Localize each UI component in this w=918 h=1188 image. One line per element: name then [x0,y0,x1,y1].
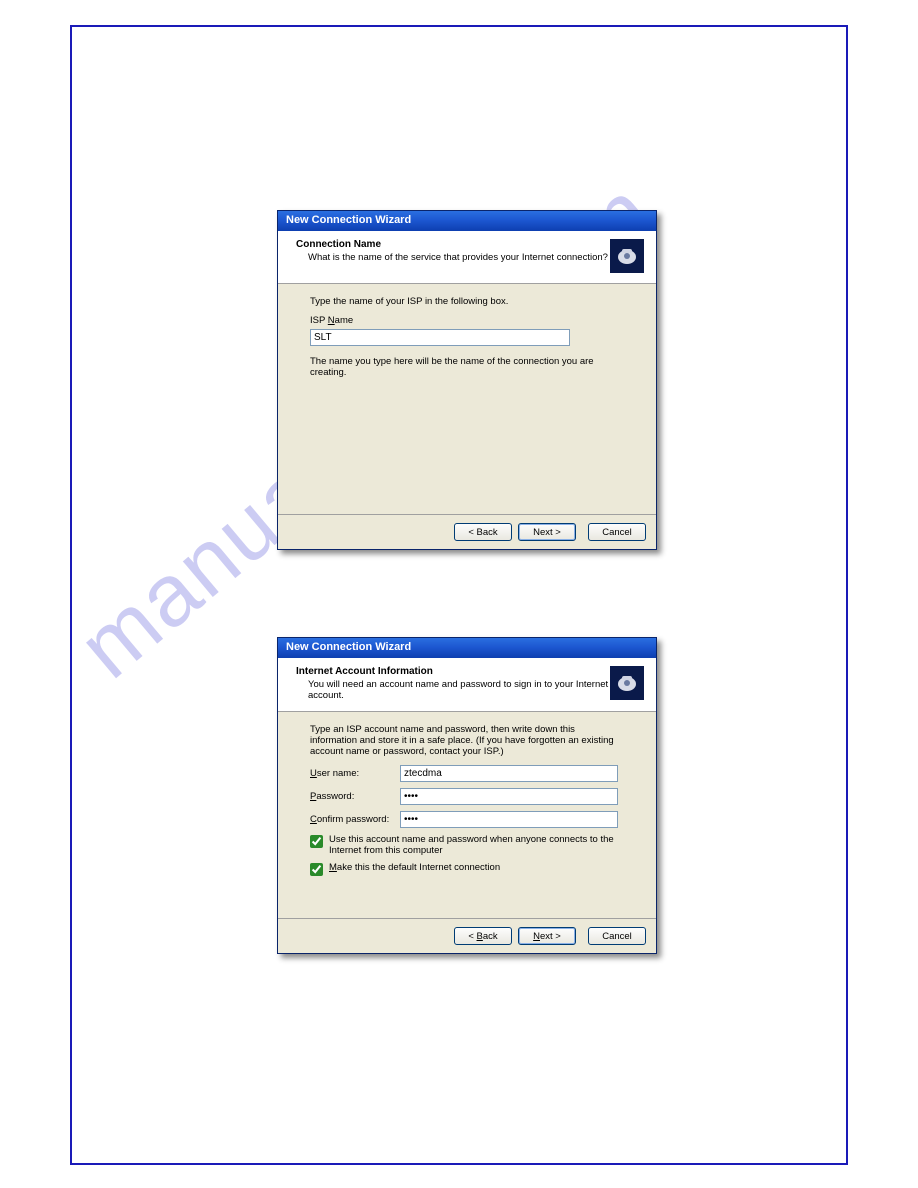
confirm-password-label: Confirm password: [310,814,400,825]
use-account-checkbox[interactable] [310,835,323,848]
password-label: Password: [310,791,400,802]
cancel-button[interactable]: Cancel [588,927,646,945]
page-frame: manualshive.com New Connection Wizard Co… [70,25,848,1165]
titlebar: New Connection Wizard [278,638,656,658]
dialog-footer: < Back Next > Cancel [278,514,656,549]
username-label: User name: [310,768,400,779]
hint-text: The name you type here will be the name … [310,356,624,378]
titlebar: New Connection Wizard [278,211,656,231]
dialog-body: Type the name of your ISP in the followi… [278,284,656,514]
header-subtitle: What is the name of the service that pro… [308,252,610,263]
username-input[interactable] [400,765,618,782]
back-button[interactable]: < Back [454,523,512,541]
body-prompt: Type an ISP account name and password, t… [310,724,624,757]
wizard-icon [610,239,644,273]
header-title: Internet Account Information [296,666,610,677]
header-title: Connection Name [296,239,610,250]
isp-name-input[interactable] [310,329,570,346]
isp-name-label: ISP Name [310,315,624,326]
back-button[interactable]: < Back [454,927,512,945]
dialog-connection-name: New Connection Wizard Connection Name Wh… [277,210,657,550]
dialog-account-info: New Connection Wizard Internet Account I… [277,637,657,954]
cancel-button[interactable]: Cancel [588,523,646,541]
dialog-footer: < Back Next > Cancel [278,918,656,953]
next-button[interactable]: Next > [518,927,576,945]
default-connection-label: Make this the default Internet connectio… [329,862,500,873]
dialog-header: Connection Name What is the name of the … [278,231,656,284]
password-input[interactable] [400,788,618,805]
dialog-header: Internet Account Information You will ne… [278,658,656,712]
next-button[interactable]: Next > [518,523,576,541]
confirm-password-input[interactable] [400,811,618,828]
use-account-label: Use this account name and password when … [329,834,624,856]
wizard-icon [610,666,644,700]
body-prompt: Type the name of your ISP in the followi… [310,296,624,307]
dialog-body: Type an ISP account name and password, t… [278,712,656,918]
default-connection-checkbox[interactable] [310,863,323,876]
header-subtitle: You will need an account name and passwo… [308,679,610,701]
